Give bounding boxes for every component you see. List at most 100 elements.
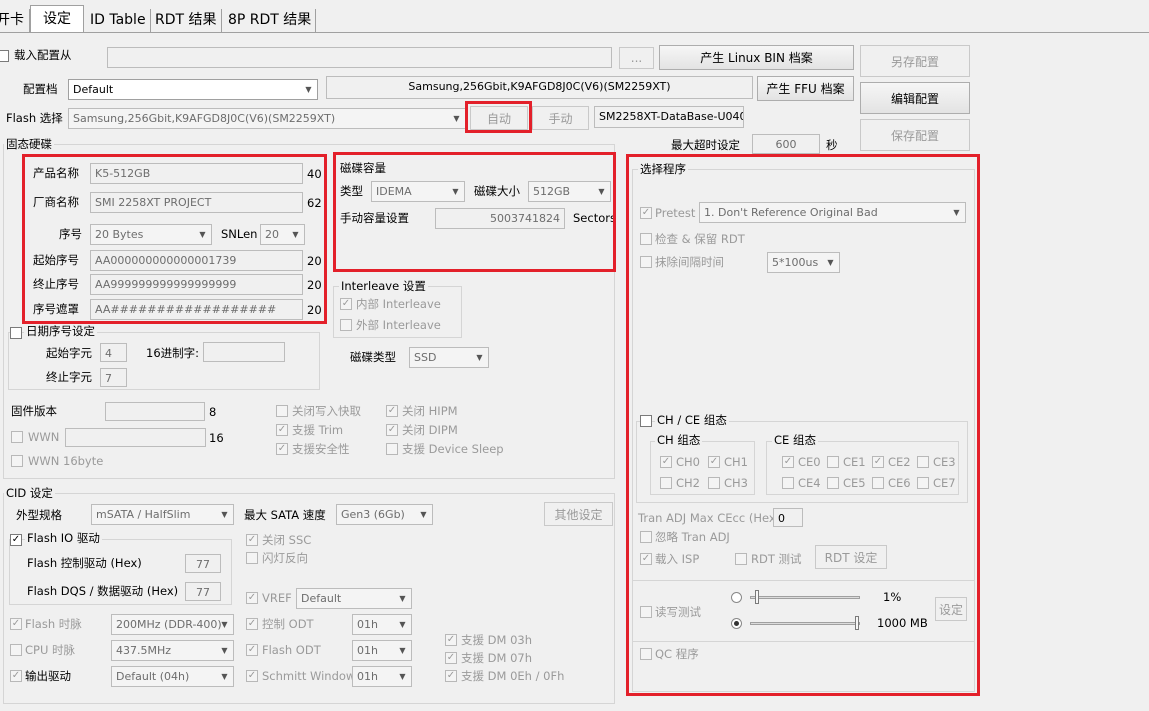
load-config-path-field[interactable] <box>107 47 612 68</box>
flash-io-checkbox[interactable]: ✓ <box>10 534 22 546</box>
flash-odt-checkbox[interactable]: ✓ <box>246 644 258 656</box>
tab-settings[interactable]: 设定 <box>30 5 84 33</box>
erase-interval-select[interactable]: 5*100us ▼ <box>767 252 840 273</box>
vendor-name-field[interactable]: SMI 2258XT PROJECT <box>90 192 303 213</box>
tab-id-table[interactable]: ID Table <box>86 9 151 33</box>
flash-clock-checkbox[interactable]: ✓ <box>10 618 22 630</box>
security-checkbox[interactable]: ✓ <box>276 443 288 455</box>
ch2-checkbox[interactable] <box>660 477 672 489</box>
pretest-checkbox[interactable]: ✓ <box>640 207 652 219</box>
dqs-drive-field[interactable]: 77 <box>185 582 221 601</box>
trim-checkbox[interactable]: ✓ <box>276 424 288 436</box>
start-serial-field[interactable]: AA000000000000001739 <box>90 250 303 271</box>
vref-select[interactable]: Default ▼ <box>296 588 412 609</box>
led-invert-checkbox[interactable] <box>246 552 258 564</box>
manual-capacity-field[interactable]: 5003741824 <box>435 208 565 229</box>
pretest-select[interactable]: 1. Don't Reference Original Bad ▼ <box>699 202 966 223</box>
flash-odt-select[interactable]: 01h ▼ <box>352 640 412 661</box>
output-drive-select[interactable]: Default (04h) ▼ <box>111 666 234 687</box>
edit-config-button[interactable]: 编辑配置 <box>860 82 970 114</box>
serial-length-select[interactable]: 20 Bytes ▼ <box>90 224 212 245</box>
end-serial-field[interactable]: AA999999999999999999 <box>90 274 303 295</box>
save-as-config-button[interactable]: 另存配置 <box>860 45 970 77</box>
qc-checkbox[interactable] <box>640 648 652 660</box>
tran-adj-field[interactable]: 0 <box>773 508 803 527</box>
dm03-checkbox[interactable]: ✓ <box>445 634 457 646</box>
erase-interval-checkbox[interactable] <box>640 256 652 268</box>
ctrl-odt-checkbox[interactable]: ✓ <box>246 618 258 630</box>
serial-mask-field[interactable]: AA################## <box>90 299 303 320</box>
tab-open-card[interactable]: 开卡 <box>0 9 30 33</box>
dm0e-checkbox[interactable]: ✓ <box>445 670 457 682</box>
sata-speed-select[interactable]: Gen3 (6Gb) ▼ <box>336 504 433 525</box>
date-end-field[interactable]: 7 <box>100 368 127 387</box>
flash-select[interactable]: Samsung,256Gbit,K9AFGD8J0C(V6)(SM2259XT)… <box>68 108 466 129</box>
ce7-checkbox[interactable] <box>917 477 929 489</box>
devsleep-checkbox[interactable] <box>386 443 398 455</box>
generate-ffu-button[interactable]: 产生 FFU 档案 <box>757 76 854 101</box>
percent-slider-thumb[interactable] <box>755 590 759 604</box>
percent-slider[interactable] <box>750 596 860 599</box>
load-config-checkbox[interactable] <box>0 50 9 62</box>
chce-checkbox[interactable] <box>640 415 652 427</box>
tab-rdt-result[interactable]: RDT 结果 <box>151 9 222 33</box>
ce1-checkbox[interactable] <box>827 456 839 468</box>
flash-clock-select[interactable]: 200MHz (DDR-400) ▼ <box>111 614 234 635</box>
form-factor-select[interactable]: mSATA / HalfSlim ▼ <box>91 504 234 525</box>
date-start-field[interactable]: 4 <box>100 343 127 362</box>
auto-button[interactable]: 自动 <box>470 106 528 130</box>
rdt-test-checkbox[interactable] <box>735 553 747 565</box>
hipm-checkbox[interactable]: ✓ <box>386 405 398 417</box>
ce6-checkbox[interactable] <box>872 477 884 489</box>
ch3-checkbox[interactable] <box>708 477 720 489</box>
disk-type2-select[interactable]: SSD ▼ <box>409 347 489 368</box>
hex-char-field[interactable] <box>203 342 285 362</box>
vref-checkbox[interactable]: ✓ <box>246 592 258 604</box>
schmitt-checkbox[interactable]: ✓ <box>246 670 258 682</box>
manual-button[interactable]: 手动 <box>532 106 589 130</box>
tab-8p-rdt-result[interactable]: 8P RDT 结果 <box>224 9 317 33</box>
dipm-checkbox[interactable]: ✓ <box>386 424 398 436</box>
save-config-button[interactable]: 保存配置 <box>860 119 970 151</box>
ce3-checkbox[interactable] <box>917 456 929 468</box>
dm07-checkbox[interactable]: ✓ <box>445 652 457 664</box>
rw-settings-button[interactable]: 设定 <box>935 597 967 621</box>
date-serial-checkbox[interactable] <box>10 327 22 339</box>
ignore-tran-checkbox[interactable] <box>640 531 652 543</box>
outer-interleave-checkbox[interactable] <box>340 319 352 331</box>
timeout-field[interactable]: 600 <box>752 134 820 154</box>
load-isp-checkbox[interactable]: ✓ <box>640 553 652 565</box>
percent-radio[interactable] <box>731 592 742 603</box>
browse-button[interactable]: ... <box>619 47 654 69</box>
ch1-checkbox[interactable]: ✓ <box>708 456 720 468</box>
rw-test-checkbox[interactable] <box>640 606 652 618</box>
disk-type-select[interactable]: IDEMA ▼ <box>371 181 465 202</box>
product-name-field[interactable]: K5-512GB <box>90 163 303 184</box>
wwn-checkbox[interactable] <box>11 431 23 443</box>
snlen-select[interactable]: 20 ▼ <box>260 224 305 245</box>
disk-size-select[interactable]: 512GB ▼ <box>528 181 611 202</box>
ce2-checkbox[interactable]: ✓ <box>872 456 884 468</box>
wwn16-checkbox[interactable] <box>11 455 23 467</box>
inner-interleave-checkbox[interactable]: ✓ <box>340 298 352 310</box>
size-slider[interactable] <box>750 622 860 625</box>
ch0-checkbox[interactable]: ✓ <box>660 456 672 468</box>
ce0-checkbox[interactable]: ✓ <box>782 456 794 468</box>
wwn-field[interactable] <box>65 428 206 447</box>
cpu-clock-select[interactable]: 437.5MHz ▼ <box>111 640 234 661</box>
ce4-checkbox[interactable] <box>782 477 794 489</box>
close-cache-checkbox[interactable] <box>276 405 288 417</box>
size-radio[interactable] <box>731 618 742 629</box>
other-settings-button[interactable]: 其他设定 <box>544 502 613 526</box>
rdt-settings-button[interactable]: RDT 设定 <box>815 545 887 569</box>
check-rdt-checkbox[interactable] <box>640 233 652 245</box>
ce5-checkbox[interactable] <box>827 477 839 489</box>
firmware-field[interactable] <box>105 402 205 421</box>
ctrl-drive-field[interactable]: 77 <box>185 554 221 573</box>
ctrl-odt-select[interactable]: 01h ▼ <box>352 614 412 635</box>
generate-linux-bin-button[interactable]: 产生 Linux BIN 档案 <box>659 45 854 70</box>
close-ssc-checkbox[interactable]: ✓ <box>246 534 258 546</box>
cpu-clock-checkbox[interactable] <box>10 644 22 656</box>
schmitt-select[interactable]: 01h ▼ <box>352 666 412 687</box>
size-slider-thumb[interactable] <box>855 616 859 630</box>
